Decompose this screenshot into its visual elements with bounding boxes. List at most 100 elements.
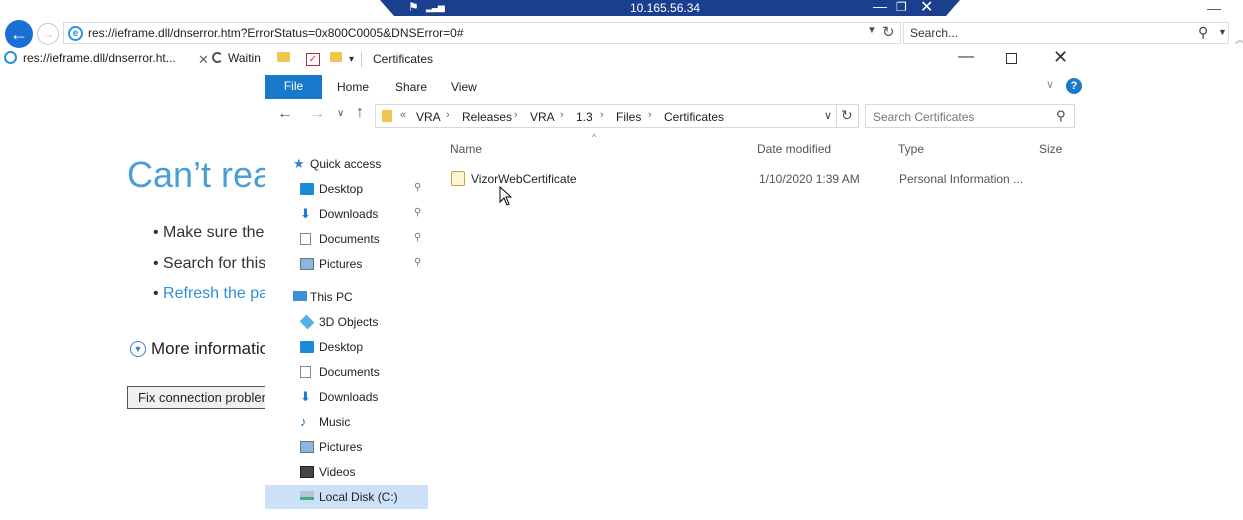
properties-icon[interactable]: ✓ (306, 53, 320, 66)
chevron-down-icon[interactable]: ∨ (824, 109, 832, 122)
address-dropdown-icon[interactable]: ▼ (867, 25, 877, 36)
address-bar[interactable]: e res://ieframe.dll/dnserror.htm?ErrorSt… (63, 22, 901, 44)
navigation-row: ← → ∨ ↑ « VRA › Releases › VRA › 1.3 › F… (265, 102, 1085, 128)
breadcrumb-item[interactable]: VRA (530, 110, 555, 124)
browser-tab-dnserror[interactable]: res://ieframe.dll/dnserror.ht... (4, 51, 210, 71)
search-input[interactable]: Search Certificates ⚲ (865, 104, 1075, 128)
video-icon (300, 466, 314, 478)
breadcrumb-item[interactable]: VRA (416, 110, 441, 124)
disk-drive-icon (300, 491, 314, 500)
desktop-icon (300, 341, 314, 353)
download-arrow-icon: ⬇ (300, 389, 311, 404)
sidebar-item-3d-objects[interactable]: 3D Objects (265, 310, 428, 334)
chevron-right-icon[interactable]: › (600, 109, 604, 121)
refresh-icon: ↻ (841, 107, 853, 123)
sidebar-item-quick-access[interactable]: ★ Quick access (265, 152, 428, 176)
sidebar-item-downloads[interactable]: ⬇ Downloads ⚲ (265, 202, 428, 226)
browser-back-button[interactable]: ← (5, 20, 33, 48)
sidebar-item-desktop-pc[interactable]: Desktop (265, 335, 428, 359)
breadcrumb[interactable]: « VRA › Releases › VRA › 1.3 › Files › C… (375, 104, 837, 128)
browser-search-placeholder: Search... (910, 26, 959, 40)
breadcrumb-item[interactable]: 1.3 (576, 110, 593, 124)
column-header-size[interactable]: Size (1039, 142, 1062, 156)
rdp-restore-icon[interactable]: ❐ (896, 0, 907, 14)
column-header-name[interactable]: Name (450, 142, 482, 156)
pin-icon[interactable]: ⚲ (414, 182, 421, 193)
forward-arrow-icon[interactable]: → (309, 105, 325, 123)
folder-icon (277, 52, 290, 62)
pin-icon[interactable]: ⚲ (414, 232, 421, 243)
quick-access-toolbar-dropdown-icon[interactable]: ▾ (349, 54, 354, 65)
pin-icon[interactable]: ⚲ (414, 207, 421, 218)
help-icon[interactable]: ? (1066, 78, 1082, 94)
fix-connection-button[interactable]: Fix connection problem (127, 386, 277, 409)
list-item[interactable]: VizorWebCertificate 1/10/2020 1:39 AM Pe… (447, 168, 1067, 190)
refresh-page-link[interactable]: • Refresh the pa (153, 285, 268, 303)
tab-share[interactable]: Share (395, 80, 427, 94)
search-icon[interactable]: ⚲ (1198, 24, 1208, 41)
refresh-icon[interactable]: ↻ (882, 23, 895, 41)
tab-view[interactable]: View (451, 80, 477, 94)
explorer-title-bar: ✓ ▾ Certificates — ✕ (265, 44, 1243, 75)
sidebar-item-documents-pc[interactable]: Documents (265, 360, 428, 384)
chevron-right-icon[interactable]: › (514, 109, 518, 121)
maximize-icon[interactable] (1006, 53, 1017, 64)
back-arrow-icon[interactable]: ← (277, 105, 293, 123)
certificate-icon (451, 171, 465, 186)
rdp-close-icon[interactable]: ✕ (920, 0, 933, 17)
more-information-toggle[interactable]: ▼ More informatio (130, 339, 269, 359)
rdp-minimize-icon[interactable]: — (873, 0, 887, 14)
breadcrumb-item[interactable]: Releases (462, 110, 512, 124)
search-icon: ⚲ (1056, 108, 1066, 123)
error-heading: Can’t rea (127, 154, 274, 195)
search-dropdown-icon[interactable]: ▼ (1218, 27, 1227, 37)
browser-search-input[interactable]: Search... ⚲ ▼ (903, 22, 1229, 44)
sidebar-item-documents[interactable]: Documents ⚲ (265, 227, 428, 251)
download-arrow-icon: ⬇ (300, 206, 311, 221)
ribbon-tabs: File Home Share View ∨ ? (265, 75, 1085, 99)
sidebar-item-pictures[interactable]: Pictures ⚲ (265, 252, 428, 276)
pin-icon[interactable]: ⚲ (414, 257, 421, 268)
browser-tab-waiting[interactable]: Waitin (212, 51, 268, 71)
breadcrumb-item[interactable]: Certificates (664, 110, 724, 124)
sidebar-item-desktop[interactable]: Desktop ⚲ (265, 177, 428, 201)
title-separator (361, 52, 362, 67)
sidebar-item-music[interactable]: ♪ Music (265, 410, 428, 434)
close-icon[interactable]: ✕ (1053, 47, 1068, 68)
breadcrumb-item[interactable]: Files (616, 110, 641, 124)
chevron-right-icon[interactable]: › (560, 109, 564, 121)
column-header-type[interactable]: Type (898, 142, 924, 156)
sidebar-item-this-pc[interactable]: This PC (265, 285, 428, 309)
folder-icon (382, 110, 392, 122)
expand-ribbon-icon[interactable]: ∨ (1046, 78, 1054, 91)
rdp-connection-bar[interactable]: ⚑ ▂▃▅ 10.165.56.34 — ❐ ✕ (380, 0, 960, 16)
column-header-date[interactable]: Date modified (757, 142, 831, 156)
tab-close-icon[interactable]: ✕ (198, 52, 209, 68)
ie-icon: e (68, 26, 83, 41)
document-icon (300, 366, 311, 378)
file-list: ^ Name Date modified Type Size VizorWebC… (433, 132, 1243, 520)
sidebar-item-downloads-pc[interactable]: ⬇ Downloads (265, 385, 428, 409)
computer-icon (293, 291, 307, 301)
chevron-right-icon[interactable]: › (648, 109, 652, 121)
star-icon: ★ (293, 156, 305, 171)
explorer-window: ✓ ▾ Certificates — ✕ File Home Share Vie… (265, 44, 1243, 520)
chevron-right-icon[interactable]: › (446, 109, 450, 121)
sidebar-item-pictures-pc[interactable]: Pictures (265, 435, 428, 459)
error-bullet: • Search for this (153, 255, 267, 272)
new-folder-icon[interactable] (330, 52, 342, 62)
browser-minimize-icon[interactable]: — (1207, 0, 1221, 16)
recent-locations-icon[interactable]: ∨ (337, 108, 344, 119)
tab-home[interactable]: Home (337, 80, 369, 94)
up-arrow-icon[interactable]: ↑ (356, 104, 364, 122)
pin-icon[interactable]: ⚑ (408, 0, 419, 14)
minimize-icon[interactable]: — (958, 48, 974, 66)
document-icon (300, 233, 311, 245)
tab-file[interactable]: File (265, 75, 322, 99)
breadcrumb-overflow-icon[interactable]: « (400, 109, 406, 121)
browser-forward-button[interactable]: → (37, 23, 59, 45)
refresh-button[interactable]: ↻ (837, 104, 859, 128)
address-text[interactable]: res://ieframe.dll/dnserror.htm?ErrorStat… (88, 26, 464, 40)
sidebar-item-videos[interactable]: Videos (265, 460, 428, 484)
sidebar-item-local-disk[interactable]: Local Disk (C:) (265, 485, 428, 509)
